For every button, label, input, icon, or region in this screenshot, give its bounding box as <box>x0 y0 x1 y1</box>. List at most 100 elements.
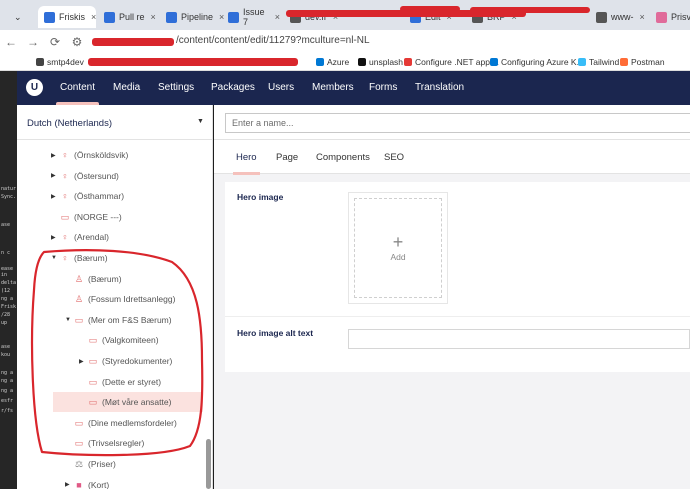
terminal-line: ng a <box>1 378 14 384</box>
caret-right-icon[interactable]: ▶ <box>65 481 73 488</box>
tree-node-label: (Bærum) <box>74 253 108 263</box>
caret-right-icon[interactable]: ▶ <box>51 193 59 200</box>
section-translation[interactable]: Translation <box>415 82 464 93</box>
browser-tab[interactable]: Prisvän× <box>650 6 690 28</box>
section-packages[interactable]: Packages <box>211 82 255 93</box>
tree-node-label: (Dette er styret) <box>102 376 162 387</box>
caret-right-icon[interactable]: ▶ <box>51 152 59 159</box>
back-icon[interactable]: ← <box>0 35 22 49</box>
terminal-line: esfr <box>1 398 14 404</box>
tree-node[interactable]: ▭ (Valgkomiteen) <box>79 330 159 350</box>
section-media[interactable]: Media <box>113 82 140 93</box>
tree-node[interactable]: ▶ ♀ (Arendal) <box>51 227 109 247</box>
bookmark-item[interactable]: unsplash <box>358 57 403 67</box>
tree-node[interactable]: ♙ (Bærum) <box>65 269 122 289</box>
forward-icon[interactable]: → <box>22 35 44 49</box>
caret-down-icon[interactable]: ▼ <box>65 317 73 323</box>
section-content[interactable]: Content <box>55 82 100 105</box>
tab-favicon-icon <box>44 11 55 23</box>
terminal-line: ng a <box>1 388 14 394</box>
close-tab-icon[interactable]: × <box>91 12 96 22</box>
section-forms[interactable]: Forms <box>369 82 397 93</box>
browser-tab[interactable]: Pull re × <box>98 6 156 28</box>
person-icon: ♙ <box>74 294 84 305</box>
tree-node[interactable]: ▭ (Dine medlemsfordeler) <box>65 413 177 433</box>
tree-node[interactable]: ▶ ♀ (Östhammar) <box>51 186 124 206</box>
caret-right-icon[interactable]: ▶ <box>79 358 87 365</box>
caret-right-icon[interactable]: ▶ <box>51 234 59 241</box>
editor-panel: Hero Page Components SEO Hero image + Add H… <box>214 105 690 489</box>
browser-tab-label: Friskis <box>59 12 85 22</box>
terminal-line: ng a <box>1 296 14 302</box>
tab-favicon-icon <box>166 11 177 23</box>
tree-scrollbar[interactable] <box>206 439 211 489</box>
tree-node[interactable]: ▭ (Trivselsregler) <box>65 433 145 453</box>
tree-node-label: (Mer om F&S Bærum) <box>88 314 172 325</box>
umbraco-logo-icon[interactable]: U <box>26 79 43 96</box>
tab-seo[interactable]: SEO <box>384 152 404 163</box>
bookmark-label: unsplash <box>369 57 404 67</box>
section-users[interactable]: Users <box>268 82 294 93</box>
divider <box>225 316 690 317</box>
bookmark-favicon-icon <box>490 58 498 66</box>
bookmark-item[interactable]: Tailwind <box>578 57 619 67</box>
terminal-line: /28 <box>1 312 11 318</box>
tree-node[interactable]: ▼ ♀ (Bærum) <box>51 248 108 268</box>
tree-node[interactable]: ▭ (Møt våre ansatte) <box>53 392 203 413</box>
site-info-icon[interactable]: ⚙ <box>66 35 88 49</box>
tab-search-icon[interactable]: ⌄ <box>8 6 32 28</box>
tab-hero[interactable]: Hero <box>233 152 260 175</box>
url-text[interactable]: /content/content/edit/11279?mculture=nl-… <box>176 35 370 46</box>
hero-image-picker: + Add <box>348 192 448 304</box>
tree-node-label: (Styredokumenter) <box>102 356 173 366</box>
bookmark-label: smtp4dev <box>47 57 84 67</box>
tree-node[interactable]: ▶ ▭ (Styredokumenter) <box>79 351 172 371</box>
browser-tab[interactable]: www- × <box>590 6 648 28</box>
caret-down-icon[interactable]: ▼ <box>51 255 59 261</box>
tree-node-label: (Priser) <box>88 459 116 469</box>
section-settings[interactable]: Settings <box>158 82 194 93</box>
tree-node[interactable]: ▭ (Dette er styret) <box>79 372 161 392</box>
bookmark-favicon-icon <box>36 58 44 66</box>
tree-node[interactable]: ▶ ♀ (Örnsköldsvik) <box>51 145 128 165</box>
document-icon: ▭ <box>88 397 98 408</box>
bookmark-item[interactable]: smtp4dev <box>36 57 84 67</box>
browser-tab-label: Pipeline <box>181 12 214 22</box>
caret-right-icon[interactable]: ▶ <box>51 172 59 179</box>
bookmark-item[interactable]: Postman <box>620 57 665 67</box>
browser-tab[interactable]: Pipeline × <box>160 6 224 28</box>
hero-alt-input[interactable] <box>348 329 690 349</box>
bookmark-item[interactable]: Configure .NET appl... <box>404 57 499 67</box>
content-tree: Dutch (Netherlands) ▼ ▶ ♀ (Örnsköldsvik) ▶ ♀… <box>17 105 213 489</box>
terminal-line: delta <box>1 280 17 286</box>
redacted-tab-scribble <box>400 6 460 12</box>
name-input[interactable] <box>225 113 690 133</box>
reload-icon[interactable]: ⟳ <box>44 35 66 49</box>
close-tab-icon[interactable]: × <box>275 12 280 22</box>
tab-components[interactable]: Components <box>316 152 370 163</box>
hero-image-label: Hero image <box>237 192 284 202</box>
add-media-button[interactable]: + Add <box>354 198 442 298</box>
tree-node[interactable]: ▭ (NORGE ---) <box>51 207 122 227</box>
tab-page[interactable]: Page <box>276 152 298 163</box>
close-tab-icon[interactable]: × <box>640 12 645 22</box>
document-icon: ▭ <box>74 417 84 428</box>
browser-tab[interactable]: Friskis × <box>38 6 96 28</box>
tree-node[interactable]: ▼ ▭ (Mer om F&S Bærum) <box>65 310 172 330</box>
tree-node[interactable]: ▶ ♀ (Östersund) <box>51 166 119 186</box>
terminal-line: natur <box>1 186 17 192</box>
document-icon: ▭ <box>74 314 84 325</box>
browser-tab-label: Issue 7 <box>243 7 265 27</box>
tree-node[interactable]: ⚖ (Priser) <box>65 454 116 474</box>
person-pin-icon: ♀ <box>61 191 69 202</box>
tree-node[interactable]: ▶ ■ (Kort) <box>65 475 109 489</box>
tree-node[interactable]: ♙ (Fossum Idrettsanlegg) <box>65 289 175 309</box>
app-header: U Content Media Settings Packages Users Membe… <box>17 71 690 105</box>
bookmark-item[interactable]: Azure <box>316 57 349 67</box>
bookmark-item[interactable]: Configuring Azure K... <box>490 57 584 67</box>
tree-node-label: (Valgkomiteen) <box>102 335 159 346</box>
section-members[interactable]: Members <box>312 82 354 93</box>
close-tab-icon[interactable]: × <box>151 12 156 22</box>
culture-selector[interactable]: Dutch (Netherlands) ▼ <box>17 105 213 140</box>
browser-tab[interactable]: Issue 7 × <box>222 6 280 28</box>
